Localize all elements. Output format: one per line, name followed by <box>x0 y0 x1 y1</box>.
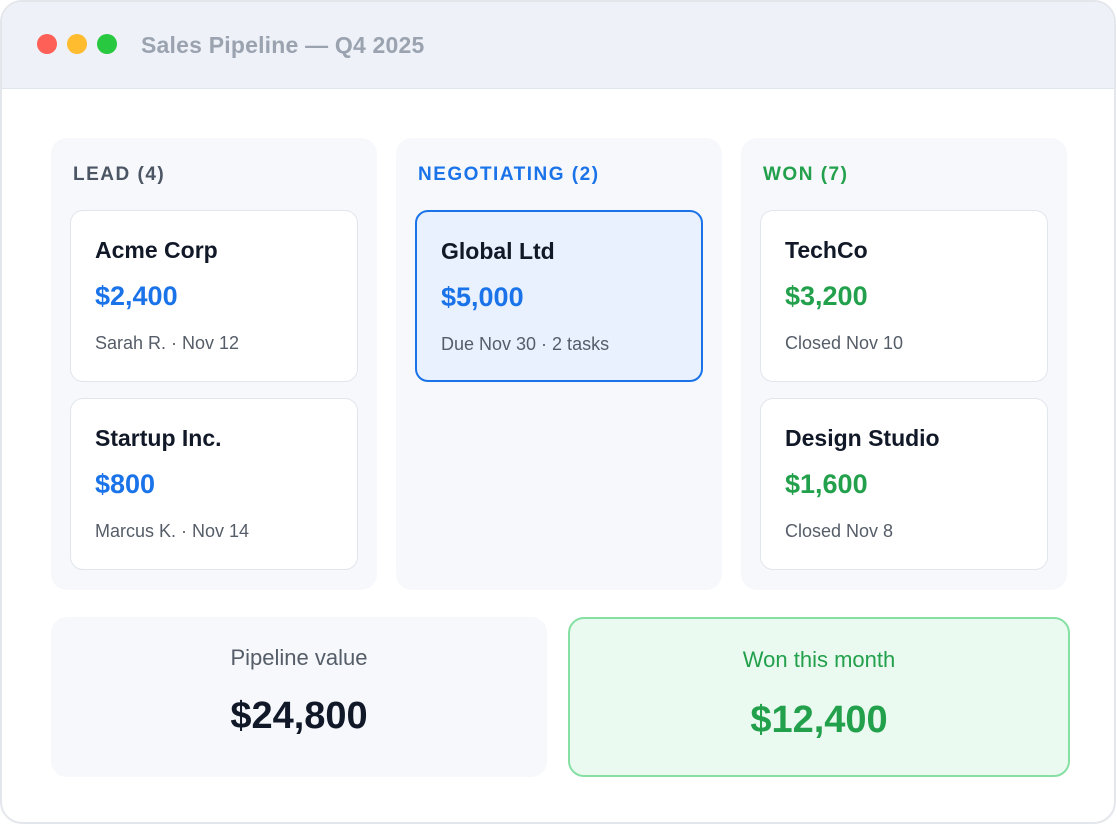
deal-amount: $2,400 <box>95 281 178 311</box>
deal-card-design-studio[interactable]: Design Studio $1,600 Closed Nov 8 <box>760 398 1048 570</box>
column-header-lead: LEAD (4) <box>73 164 166 185</box>
deal-name: Acme Corp <box>95 237 218 263</box>
deal-meta: Closed Nov 8 <box>785 521 894 541</box>
deal-amount: $800 <box>95 469 156 499</box>
deal-amount: $1,600 <box>785 469 868 499</box>
deal-name: Design Studio <box>785 425 940 451</box>
deal-card-startup-inc[interactable]: Startup Inc. $800 Marcus K. · Nov 14 <box>70 398 358 570</box>
deal-amount: $5,000 <box>441 282 524 312</box>
column-won: WON (7) TechCo $3,200 Closed Nov 10 Desi… <box>741 138 1067 590</box>
deal-amount: $3,200 <box>785 281 868 311</box>
won-this-month-amount: $12,400 <box>750 699 888 741</box>
deal-name: Global Ltd <box>441 238 555 264</box>
deal-meta: Marcus K. · Nov 14 <box>95 521 250 541</box>
app-window: Sales Pipeline — Q4 2025 LEAD (4) Acme C… <box>0 0 1116 824</box>
pipeline-value-amount: $24,800 <box>230 695 368 737</box>
close-window-button[interactable] <box>37 34 57 54</box>
deal-card-techco[interactable]: TechCo $3,200 Closed Nov 10 <box>760 210 1048 382</box>
deal-meta: Closed Nov 10 <box>785 333 904 353</box>
column-header-negotiating: NEGOTIATING (2) <box>418 164 600 185</box>
deal-meta: Due Nov 30 · 2 tasks <box>441 334 610 354</box>
deal-card-global-ltd[interactable]: Global Ltd $5,000 Due Nov 30 · 2 tasks <box>415 210 703 382</box>
minimize-window-button[interactable] <box>67 34 87 54</box>
deal-card-acme-corp[interactable]: Acme Corp $2,400 Sarah R. · Nov 12 <box>70 210 358 382</box>
deal-name: TechCo <box>785 237 868 263</box>
maximize-window-button[interactable] <box>97 34 117 54</box>
column-lead: LEAD (4) Acme Corp $2,400 Sarah R. · Nov… <box>51 138 377 590</box>
deal-name: Startup Inc. <box>95 425 222 451</box>
pipeline-value-tile: Pipeline value $24,800 <box>51 617 547 777</box>
won-this-month-tile: Won this month $12,400 <box>568 617 1070 777</box>
pipeline-value-label: Pipeline value <box>230 645 368 670</box>
deal-meta: Sarah R. · Nov 12 <box>95 333 240 353</box>
title-bar: Sales Pipeline — Q4 2025 <box>2 2 1114 89</box>
window-title: Sales Pipeline — Q4 2025 <box>141 32 425 58</box>
column-negotiating: NEGOTIATING (2) Global Ltd $5,000 Due No… <box>396 138 722 590</box>
won-this-month-label: Won this month <box>742 647 896 672</box>
column-header-won: WON (7) <box>763 164 849 185</box>
